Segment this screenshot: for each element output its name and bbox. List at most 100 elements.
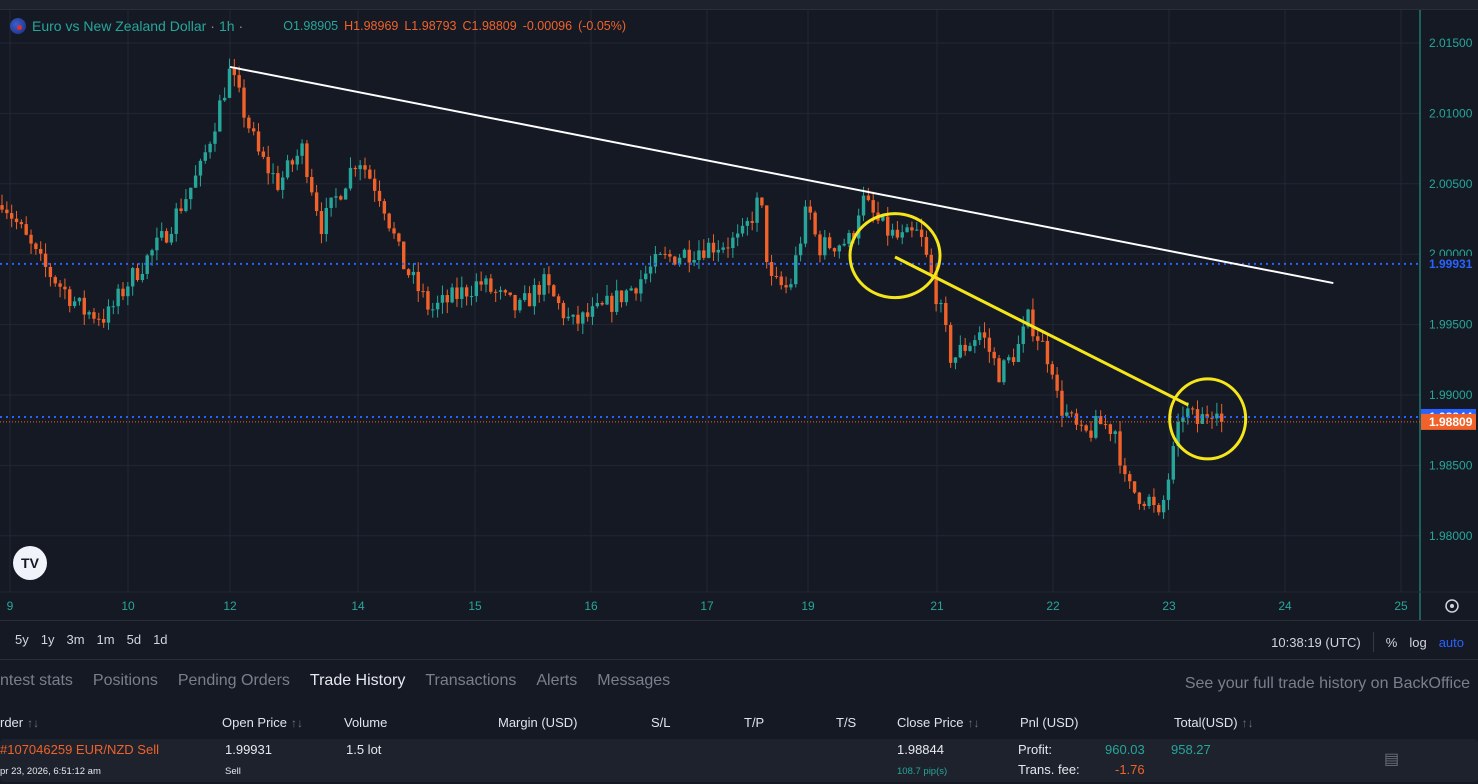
candle-body — [523, 293, 527, 300]
candle-body — [1181, 417, 1185, 422]
candle-body — [1219, 413, 1224, 422]
range-1y[interactable]: 1y — [41, 632, 55, 647]
tab-ntest-stats[interactable]: ntest stats — [0, 672, 73, 690]
column-header[interactable]: rder ↑↓ — [0, 715, 39, 730]
tradingview-logo[interactable]: TV — [13, 546, 47, 580]
candle-body — [784, 285, 788, 288]
log-toggle[interactable]: log — [1409, 635, 1426, 650]
column-header[interactable]: T/S — [836, 715, 856, 730]
candle-body — [53, 277, 57, 284]
candle-body — [527, 293, 532, 307]
candle-body — [295, 155, 299, 165]
y-tick-label: 2.01500 — [1429, 36, 1473, 50]
range-1d[interactable]: 1d — [153, 632, 167, 647]
column-header[interactable]: Volume — [344, 715, 387, 730]
backoffice-link[interactable]: See your full trade history on BackOffic… — [1185, 675, 1470, 693]
order-id[interactable]: #107046259 EUR/NZD Sell — [0, 742, 159, 757]
column-header[interactable]: T/P — [744, 715, 764, 730]
receipt-icon[interactable]: ▤ — [1384, 749, 1399, 769]
candle-body — [382, 201, 387, 214]
column-header[interactable]: Close Price ↑↓ — [897, 715, 979, 730]
range-1m[interactable]: 1m — [97, 632, 115, 647]
candle-body — [39, 249, 43, 254]
eur-nzd-flag-icon — [10, 18, 26, 34]
candle-body — [731, 237, 735, 249]
column-label: Close Price — [897, 715, 964, 730]
candle-body — [958, 344, 963, 358]
candle-body — [1021, 326, 1025, 345]
sort-icon[interactable]: ↑↓ — [291, 716, 303, 730]
candle-body — [9, 213, 14, 219]
sort-icon[interactable]: ↑↓ — [1242, 716, 1254, 730]
candle-body — [450, 287, 454, 303]
column-header[interactable]: Open Price ↑↓ — [222, 715, 303, 730]
candle-body — [130, 268, 135, 287]
tab-transactions[interactable]: Transactions — [425, 672, 516, 690]
tab-trade-history[interactable]: Trade History — [310, 672, 405, 690]
candle-body — [285, 160, 290, 178]
total-value: 958.27 — [1171, 742, 1211, 757]
candle-body — [779, 276, 783, 286]
candle-body — [266, 156, 270, 174]
candle-body — [392, 228, 396, 234]
tab-messages[interactable]: Messages — [597, 672, 670, 690]
candle-body — [692, 260, 696, 263]
candle-body — [948, 325, 953, 363]
candle-body — [334, 196, 338, 198]
candle-body — [977, 332, 982, 341]
candle-body — [1190, 408, 1195, 410]
symbol-name[interactable]: Euro vs New Zealand Dollar — [32, 18, 206, 34]
column-header[interactable]: Pnl (USD) — [1020, 715, 1079, 730]
candle-body — [208, 143, 212, 153]
range-3m[interactable]: 3m — [66, 632, 84, 647]
candle-body — [24, 224, 28, 235]
y-tick-label: 1.99000 — [1429, 388, 1473, 402]
column-header[interactable]: Total(USD) ↑↓ — [1174, 715, 1254, 730]
candle-body — [813, 212, 817, 235]
percent-toggle[interactable]: % — [1386, 635, 1398, 650]
candle-body — [455, 287, 459, 299]
candle-body — [1128, 474, 1132, 482]
interval[interactable]: 1h — [219, 18, 235, 34]
candle-body — [111, 306, 116, 308]
price-chart[interactable]: 9 10 12 14 15 16 17 19 21 22 23 24 25 2.01500 2.01000 2… — [0, 10, 1478, 620]
sort-icon[interactable]: ↑↓ — [967, 716, 979, 730]
candle-body — [184, 199, 188, 211]
column-header[interactable]: Margin (USD) — [498, 715, 577, 730]
ohlc-open: O1.98905 — [283, 19, 339, 33]
candle-body — [1123, 465, 1127, 475]
candle-body — [687, 249, 691, 263]
tab-alerts[interactable]: Alerts — [536, 672, 577, 690]
candle-body — [600, 302, 604, 305]
x-tick-label: 9 — [7, 599, 14, 613]
candle-body — [542, 274, 546, 295]
auto-toggle[interactable]: auto — [1439, 635, 1464, 650]
candle-body — [353, 167, 358, 170]
tab-positions[interactable]: Positions — [93, 672, 158, 690]
x-tick-label: 12 — [223, 599, 237, 613]
range-5d[interactable]: 5d — [127, 632, 141, 647]
candle-body — [140, 273, 145, 280]
candle-body — [537, 284, 541, 295]
candle-body — [890, 229, 895, 236]
range-5y[interactable]: 5y — [15, 632, 29, 647]
candle-body — [19, 222, 24, 225]
candle-body — [1074, 413, 1079, 425]
candle-body — [866, 195, 871, 201]
candle-body — [218, 100, 222, 132]
separator-dot: · — [238, 18, 244, 34]
table-row[interactable]: #107046259 EUR/NZD Sell pr 23, 2026, 6:5… — [0, 739, 1478, 782]
sort-icon[interactable]: ↑↓ — [27, 716, 39, 730]
y-tick-label: 2.00500 — [1429, 177, 1473, 191]
pips: 108.7 pip(s) — [897, 766, 948, 777]
candle-body — [571, 314, 575, 317]
candle-body — [14, 218, 19, 223]
candle-body — [982, 332, 987, 338]
candle-body — [310, 176, 314, 193]
candle-body — [1069, 412, 1074, 414]
candle-body — [222, 97, 227, 101]
column-header[interactable]: S/L — [651, 715, 671, 730]
ohlc-values: O1.98905 H1.98969 L1.98793 C1.98809 -0.0… — [283, 19, 626, 33]
candle-body — [1002, 360, 1006, 383]
tab-pending-orders[interactable]: Pending Orders — [178, 672, 290, 690]
